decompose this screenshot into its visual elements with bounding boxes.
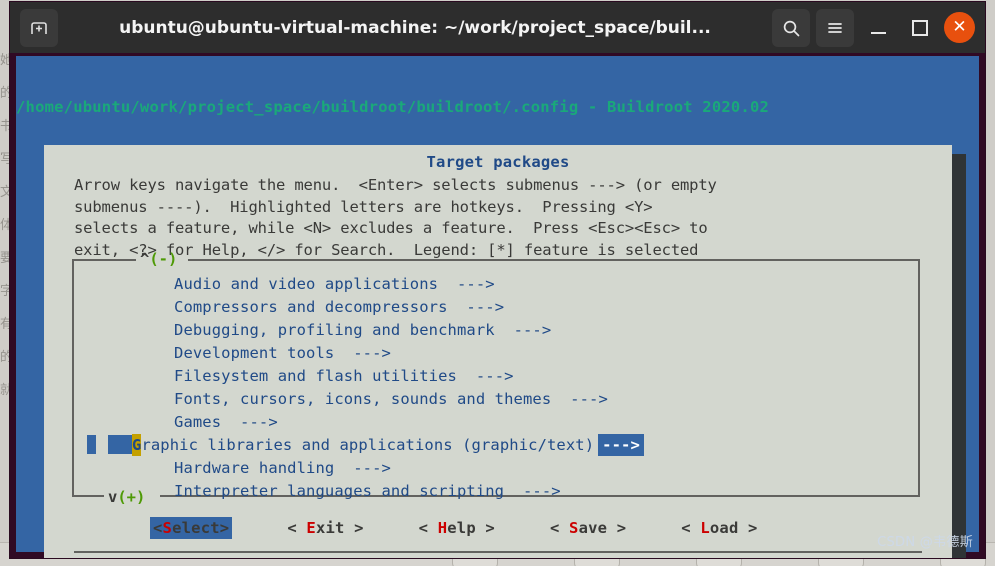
menu-item-label: raphic libraries and applications (graph… [141, 436, 595, 454]
maximize-icon [912, 19, 928, 36]
menu-item-games[interactable]: Games ---> [74, 411, 918, 434]
window-controls: ✕ [772, 8, 975, 47]
menu-item-compressors-and-decompressors[interactable]: Compressors and decompressors ---> [74, 296, 918, 319]
terminal-content: /home/ubuntu/work/project_space/buildroo… [10, 53, 985, 558]
close-icon: ✕ [952, 17, 967, 37]
config-path-line: /home/ubuntu/work/project_space/buildroo… [16, 98, 770, 116]
load-button-prefix: < [681, 519, 701, 537]
submenu-arrow: ---> [466, 298, 505, 316]
submenu-arrow: ---> [598, 434, 644, 456]
terminal-window: ubuntu@ubuntu-virtual-machine: ~/work/pr… [10, 2, 985, 558]
csdn-watermark: CSDN @韦德斯 [877, 535, 973, 550]
save-button-prefix: < [549, 519, 570, 537]
menu-item-label: ilesystem and flash utilities [183, 367, 457, 385]
menu-item-hardware-handling[interactable]: Hardware handling ---> [74, 457, 918, 480]
save-button-hotkey: S [569, 519, 579, 537]
exit-button-hotkey: E [306, 519, 316, 537]
save-button-label: ave [578, 519, 608, 537]
menu-item-interpreter-languages-and-scripting[interactable]: Interpreter languages and scripting ---> [74, 480, 918, 503]
submenu-arrow-spacer [438, 275, 457, 293]
submenu-arrow-spacer [334, 459, 353, 477]
save-button[interactable]: < Save > [550, 519, 626, 537]
menu-item-label: udio and video applications [183, 275, 439, 293]
load-button-hotkey: L [700, 519, 710, 537]
exit-button[interactable]: < Exit > [287, 519, 363, 537]
minimize-icon [870, 31, 886, 34]
menu-item-label: ebugging, profiling and benchmark [183, 321, 495, 339]
help-button-prefix: < [418, 519, 438, 537]
submenu-arrow-spacer [457, 367, 476, 385]
submenu-arrow-spacer [221, 413, 240, 431]
submenu-arrow: ---> [353, 344, 391, 362]
search-icon[interactable] [772, 8, 810, 47]
minimize-button[interactable] [860, 10, 896, 46]
menu-item-label: ompressors and decompressors [183, 298, 448, 316]
help-button-suffix: > [475, 519, 495, 537]
submenu-arrow-spacer [448, 298, 467, 316]
submenu-arrow: ---> [513, 321, 552, 339]
menu-item-graphic-libraries-and-applications[interactable]: Graphic libraries and applications (grap… [74, 434, 918, 457]
menu-item-list: Audio and video applications ---> Compre… [74, 273, 918, 503]
submenu-arrow: ---> [475, 367, 514, 385]
help-button-hotkey: H [437, 519, 448, 537]
submenu-arrow: ---> [456, 275, 495, 293]
menu-item-debugging-profiling-and-benchmark[interactable]: Debugging, profiling and benchmark ---> [74, 319, 918, 342]
exit-button-suffix: > [344, 519, 364, 537]
submenu-arrow: ---> [523, 482, 561, 500]
save-button-suffix: > [607, 519, 627, 537]
scroll-up-parens: (-) [149, 250, 178, 268]
submenu-arrow-spacer [551, 390, 570, 408]
close-button[interactable]: ✕ [944, 12, 975, 43]
selection-gap-block [108, 435, 132, 454]
menu-item-development-tools[interactable]: Development tools ---> [74, 342, 918, 365]
submenu-arrow: ---> [570, 390, 608, 408]
submenu-arrow: ---> [240, 413, 278, 431]
select-button-prefix: < [153, 519, 163, 537]
menu-item-label: ardware handling [183, 459, 335, 477]
exit-button-label: xit [315, 519, 345, 537]
select-button-label: elect [172, 519, 220, 537]
submenu-arrow: ---> [353, 459, 391, 477]
menu-item-filesystem-and-flash-utilities[interactable]: Filesystem and flash utilities ---> [74, 365, 918, 388]
scroll-up-indicator[interactable]: ^(-) [140, 250, 177, 268]
dialog-title: Target packages [426, 153, 570, 171]
target-packages-dialog: Target packages Arrow keys navigate the … [44, 145, 952, 558]
help-button-label: elp [447, 519, 476, 537]
load-button[interactable]: < Load > [681, 519, 757, 537]
dialog-button-row: <Select> < Exit > < Help > < Save > < Lo… [44, 517, 952, 539]
dialog-help-text: Arrow keys navigate the menu. <Enter> se… [74, 176, 717, 259]
menu-item-label: evelopment tools [183, 344, 335, 362]
select-button-hotkey: S [162, 519, 173, 537]
menu-item-fonts-cursors-icons-sounds-and-themes[interactable]: Fonts, cursors, icons, sounds and themes… [74, 388, 918, 411]
load-button-suffix: > [738, 519, 758, 537]
exit-button-prefix: < [287, 519, 307, 537]
help-button[interactable]: < Help > [419, 519, 495, 537]
window-title: ubuntu@ubuntu-virtual-machine: ~/work/pr… [119, 17, 711, 38]
menu-item-audio-and-video-applications[interactable]: Audio and video applications ---> [74, 273, 918, 296]
submenu-arrow-spacer [334, 344, 353, 362]
maximize-button[interactable] [902, 10, 938, 46]
menu-item-label: nterpreter languages and scripting [183, 482, 505, 500]
submenu-arrow-spacer [504, 482, 523, 500]
dialog-bottom-rule [74, 551, 922, 553]
window-titlebar: ubuntu@ubuntu-virtual-machine: ~/work/pr… [10, 2, 985, 53]
hamburger-menu-icon[interactable] [816, 8, 854, 47]
menu-item-label: onts, cursors, icons, sounds and themes [183, 390, 552, 408]
submenu-arrow-spacer [495, 321, 514, 339]
select-button[interactable]: <Select> [150, 517, 233, 539]
new-tab-icon[interactable] [20, 8, 58, 47]
select-button-suffix: > [219, 519, 230, 537]
menu-listbox[interactable]: ^(-) v(+) Audio and video applications -… [72, 250, 920, 506]
menu-item-label: ames [183, 413, 222, 431]
selection-cursor-block [87, 435, 96, 454]
load-button-label: oad [709, 519, 739, 537]
scroll-up-caret: ^ [140, 250, 150, 268]
